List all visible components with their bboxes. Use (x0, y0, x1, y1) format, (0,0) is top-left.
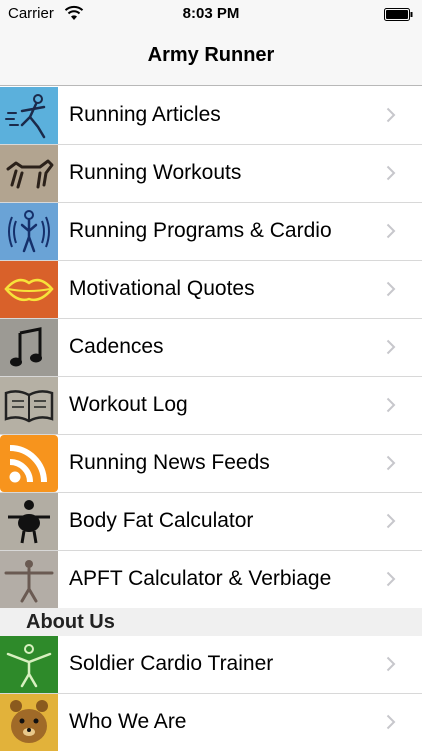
menu-item-running-news-feeds[interactable]: Running News Feeds (0, 435, 422, 493)
menu-item-label: Cadences (69, 335, 164, 358)
music-note-icon (0, 319, 58, 376)
menu-item-soldier-cardio-trainer[interactable]: Soldier Cardio Trainer (0, 636, 422, 694)
open-book-icon (0, 377, 58, 434)
horse-figure-icon (0, 145, 58, 202)
chevron-right-icon (386, 339, 396, 355)
soldier-figure-icon (0, 551, 58, 608)
menu-item-body-fat-calculator[interactable]: Body Fat Calculator (0, 493, 422, 551)
runner-figure-icon (0, 87, 58, 144)
menu-item-running-programs-cardio[interactable]: Running Programs & Cardio (0, 203, 422, 261)
menu-item-label: Soldier Cardio Trainer (69, 652, 274, 675)
menu-item-running-workouts[interactable]: Running Workouts (0, 145, 422, 203)
cardio-figure-icon (0, 203, 58, 260)
chevron-right-icon (386, 714, 396, 730)
menu-item-label: Workout Log (69, 393, 188, 416)
body-figure-icon (0, 493, 58, 550)
menu-item-label: Running News Feeds (69, 451, 270, 474)
menu-item-running-articles[interactable]: Running Articles (0, 87, 422, 145)
status-bar: Carrier 8:03 PM (0, 0, 422, 28)
menu-item-label: Running Programs & Cardio (69, 219, 332, 242)
page-title: Army Runner (147, 44, 275, 66)
rss-icon (0, 435, 58, 492)
chevron-right-icon (386, 571, 396, 587)
chevron-right-icon (386, 281, 396, 297)
menu-item-label: Body Fat Calculator (69, 509, 254, 532)
menu-item-label: Running Articles (69, 103, 221, 126)
menu-item-motivational-quotes[interactable]: Motivational Quotes (0, 261, 422, 319)
chevron-right-icon (386, 397, 396, 413)
menu-item-workout-log[interactable]: Workout Log (0, 377, 422, 435)
bear-icon (0, 694, 58, 751)
menu-item-label: APFT Calculator & Verbiage (69, 567, 332, 590)
menu-item-who-we-are[interactable]: Who We Are (0, 694, 422, 752)
section-header-about-us: About Us (0, 608, 422, 636)
navigation-bar: Army Runner (0, 28, 422, 86)
menu-item-label: Who We Are (69, 710, 187, 733)
menu-item-cadences[interactable]: Cadences (0, 319, 422, 377)
chevron-right-icon (386, 656, 396, 672)
chevron-right-icon (386, 165, 396, 181)
chevron-right-icon (386, 223, 396, 239)
clock: 8:03 PM (182, 5, 240, 22)
section-header-label: About Us (26, 611, 115, 633)
battery-icon (384, 8, 413, 21)
chevron-right-icon (386, 107, 396, 123)
cardio-trainer-icon (0, 636, 58, 693)
lips-icon (0, 261, 58, 318)
menu-item-apft-calculator[interactable]: APFT Calculator & Verbiage (0, 551, 422, 609)
menu-item-label: Running Workouts (69, 161, 242, 184)
chevron-right-icon (386, 513, 396, 529)
menu-item-label: Motivational Quotes (69, 277, 255, 300)
chevron-right-icon (386, 455, 396, 471)
